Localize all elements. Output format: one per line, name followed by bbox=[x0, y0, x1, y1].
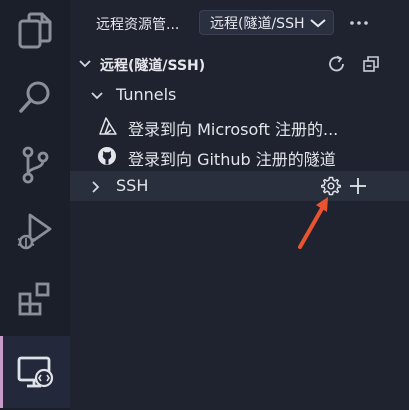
search-button[interactable] bbox=[0, 66, 70, 128]
tree-item-microsoft-tunnel[interactable]: 登录到向 Microsoft 注册的... bbox=[70, 111, 409, 141]
section-title: 远程(隧道/SSH) bbox=[100, 58, 206, 74]
remote-explorer-button[interactable] bbox=[0, 336, 70, 408]
plus-icon bbox=[350, 178, 366, 194]
extensions-button[interactable] bbox=[0, 268, 70, 330]
collapse-all-button[interactable] bbox=[360, 53, 382, 75]
annotation-arrow-icon bbox=[298, 197, 328, 249]
collapse-all-icon bbox=[363, 56, 379, 72]
more-actions-button[interactable] bbox=[347, 10, 371, 35]
tree-item-ssh[interactable]: SSH bbox=[70, 171, 409, 201]
explorer-icon bbox=[18, 12, 52, 49]
gear-icon bbox=[321, 176, 341, 196]
chevron-down-icon bbox=[91, 92, 103, 100]
ellipsis-icon bbox=[350, 20, 368, 25]
section-header-tunnels-ssh[interactable]: 远程(隧道/SSH) bbox=[70, 49, 409, 79]
tree-item-tunnels[interactable]: Tunnels bbox=[70, 80, 409, 110]
sidebar-title: 远程资源管... bbox=[96, 17, 180, 33]
azure-icon bbox=[99, 117, 117, 135]
search-icon bbox=[19, 81, 50, 113]
chevron-down-icon bbox=[79, 60, 91, 68]
github-tunnel-label: 登录到向 Github 注册的隧道 bbox=[128, 150, 336, 169]
remote-type-select[interactable]: 远程(隧道/SSH bbox=[199, 10, 334, 35]
tree-item-github-tunnel[interactable]: 登录到向 Github 注册的隧道 bbox=[70, 141, 409, 171]
extensions-icon bbox=[18, 282, 50, 316]
chevron-right-icon bbox=[92, 181, 100, 193]
refresh-icon bbox=[329, 55, 344, 72]
source-control-icon bbox=[22, 146, 49, 184]
github-icon bbox=[98, 147, 116, 165]
activity-bar bbox=[0, 0, 70, 410]
chevron-down-icon bbox=[310, 18, 326, 27]
ssh-settings-button[interactable] bbox=[320, 175, 342, 197]
remote-type-select-value: 远程(隧道/SSH bbox=[210, 15, 305, 32]
microsoft-tunnel-label: 登录到向 Microsoft 注册的... bbox=[128, 120, 339, 139]
remote-explorer-sidebar: 远程资源管... 远程(隧道/SSH 远程(隧道/SSH) Tunnels 登录… bbox=[70, 0, 409, 410]
ssh-label: SSH bbox=[116, 176, 149, 195]
tunnels-label: Tunnels bbox=[116, 85, 177, 104]
ssh-add-button[interactable] bbox=[347, 175, 369, 197]
remote-explorer-icon bbox=[17, 356, 54, 388]
sidebar-header: 远程资源管... 远程(隧道/SSH bbox=[70, 0, 409, 46]
source-control-button[interactable] bbox=[0, 134, 70, 196]
explorer-button[interactable] bbox=[0, 0, 70, 62]
run-debug-icon bbox=[17, 213, 52, 250]
refresh-button[interactable] bbox=[326, 53, 348, 75]
run-debug-button[interactable] bbox=[0, 200, 70, 262]
